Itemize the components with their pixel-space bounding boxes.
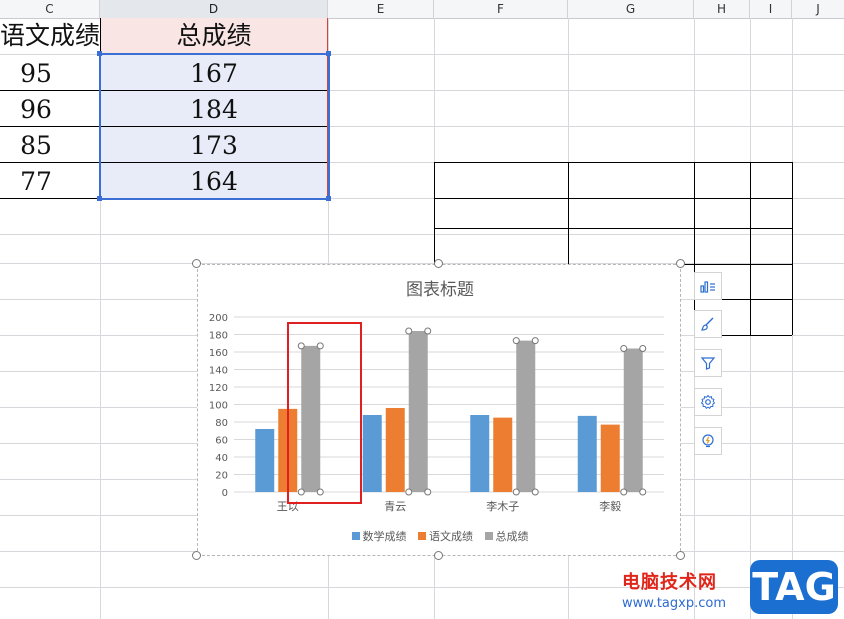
chart-resize-handle-b[interactable] [434,551,443,560]
bar-selection-handle [620,345,628,352]
bar-selection-handle [512,337,520,345]
y-tick-label: 160 [209,348,228,359]
column-header-j[interactable]: J [792,0,844,18]
cell-c-row1[interactable]: 95 [0,56,72,92]
chart-resize-handle-bl[interactable] [192,551,201,560]
legend-label-total: 总成绩 [495,530,529,543]
chart-elements-icon[interactable] [694,272,722,300]
cell-d-row4[interactable]: 164 [100,164,328,200]
chart-resize-handle-tl[interactable] [192,259,201,268]
bar-selection-handle [424,327,432,335]
bar-2-2[interactable] [516,340,536,492]
watermark-text: 电脑技术网 [622,572,717,593]
bar-2-3[interactable] [623,348,643,493]
bar-1-2[interactable] [493,417,513,492]
chart-area[interactable]: 图表标题 0 20 40 60 80 100 120 140 160 180 200 王以 青云 李木子李… [197,264,681,556]
y-tick-label: 200 [209,313,228,324]
bar-2-1[interactable] [408,331,428,492]
bar-0-0[interactable] [255,429,275,492]
bar-selection-handle [639,488,647,496]
y-tick-label: 60 [215,436,228,447]
bar-selection-handle [512,488,520,496]
bar-selection-handle [620,488,628,496]
cell-c-row4[interactable]: 77 [0,164,72,200]
y-tick-label: 120 [209,383,228,394]
header-cell-total-score[interactable]: 总成绩 [100,18,328,54]
y-tick-label: 140 [209,366,228,377]
bar-1-3[interactable] [600,424,620,492]
chart-resize-handle-t[interactable] [434,259,443,268]
chart-resize-handle-br[interactable] [676,551,685,560]
chart-settings-icon[interactable] [694,388,722,416]
bar-selection-handle [531,488,539,496]
legend-item-chinese: 语文成绩 [418,528,473,544]
y-tick-label: 20 [215,471,228,482]
chart-resize-handle-tr[interactable] [676,259,685,268]
cell-c-row2[interactable]: 96 [0,92,72,128]
cell-d-row2[interactable]: 184 [100,92,328,128]
column-header-d[interactable]: D [100,0,328,18]
bar-selection-handle [405,488,413,496]
cell-c-row3[interactable]: 85 [0,128,72,164]
column-header-bar: C D E F G H I J [0,0,844,19]
cell-d-row3[interactable]: 173 [100,128,328,164]
bar-0-3[interactable] [577,415,597,492]
bar-selection-handle [424,488,432,496]
x-tick-label: 李毅 [599,499,621,513]
bar-0-2[interactable] [470,415,490,492]
legend-item-math: 数学成绩 [351,528,407,544]
column-header-i[interactable]: I [750,0,792,18]
chart-plot[interactable]: 020406080100120140160180200王以 青云 李木子 李毅 [198,265,682,557]
watermark-badge: TAG [750,560,838,614]
column-header-c[interactable]: C [0,0,100,18]
y-tick-label: 100 [209,401,228,412]
y-tick-label: 0 [222,488,228,499]
legend-item-total: 总成绩 [484,528,529,544]
x-tick-label: 青云 [384,500,406,513]
x-tick-label: 李木子 [486,499,519,513]
legend-label-chinese: 语文成绩 [429,530,473,543]
watermark-url: www.tagxp.com [622,596,726,611]
chart-filter-icon[interactable] [694,349,722,377]
column-header-f[interactable]: F [434,0,568,18]
bar-selection-handle [405,327,413,335]
bar-1-1[interactable] [385,408,405,492]
bar-selection-handle [531,337,539,345]
column-header-h[interactable]: H [694,0,750,18]
y-tick-label: 40 [215,453,228,464]
bar-0-1[interactable] [362,415,382,492]
highlight-box [287,322,362,504]
cell-d-row1[interactable]: 167 [100,56,328,92]
bar-selection-handle [639,345,647,352]
column-header-e[interactable]: E [328,0,434,18]
y-tick-label: 80 [215,418,228,429]
chart-idea-icon[interactable] [694,427,722,455]
y-tick-label: 180 [209,331,228,342]
chart-legend[interactable]: 数学成绩 语文成绩 总成绩 [198,528,682,544]
chart-style-icon[interactable] [694,310,722,338]
legend-label-math: 数学成绩 [362,530,407,543]
header-cell-chinese-score[interactable]: 语文成绩 [0,18,100,54]
column-header-g[interactable]: G [568,0,694,18]
